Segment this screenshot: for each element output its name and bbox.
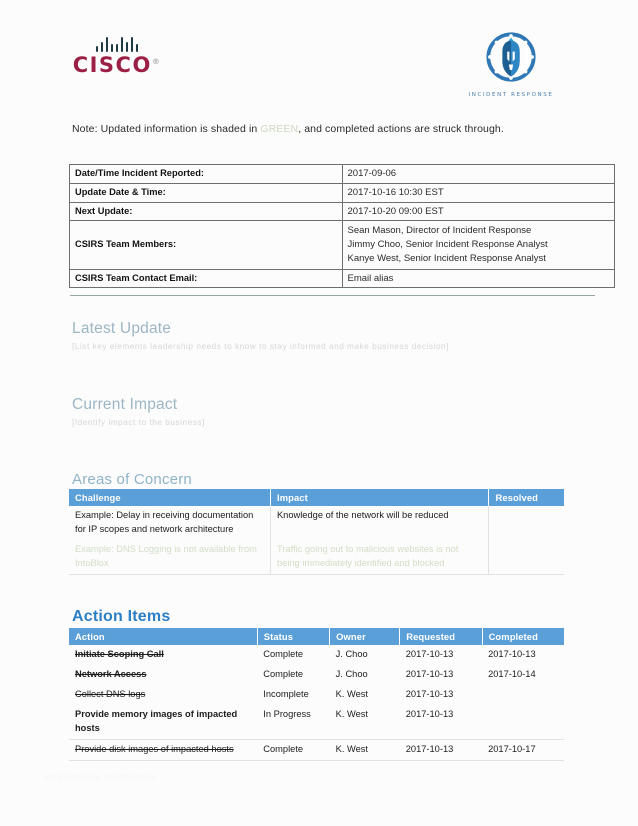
areas-of-concern-table: Challenge Impact Resolved Example: Delay… xyxy=(69,489,564,575)
table-row: Network Access Complete J. Choo 2017-10-… xyxy=(69,665,564,685)
cisco-bars-icon xyxy=(72,36,162,52)
action-completed-1: 2017-10-13 xyxy=(488,649,536,659)
info-value-reported: 2017-09-06 xyxy=(341,164,615,184)
action-requested-1: 2017-10-13 xyxy=(405,649,454,659)
action-requested-2: 2017-10-13 xyxy=(405,668,454,679)
action-owner-2: J. Choo xyxy=(335,668,368,679)
action-status-5: Complete xyxy=(257,739,330,761)
info-label-contact-email: CSIRS Team Contact Email: xyxy=(69,268,343,289)
action-name-5: Provide disk images of impacted hosts xyxy=(69,739,258,761)
table-row: CSIRS Team Contact Email: Email alias xyxy=(69,268,615,289)
action-status-1: Complete xyxy=(263,649,304,659)
section-heading-latest-update: Latest Update xyxy=(72,320,172,337)
action-owner-5: K. West xyxy=(329,739,400,761)
incident-response-logo: INCIDENT RESPONSE xyxy=(466,30,556,98)
action-owner-4: K. West xyxy=(329,704,400,740)
column-header-impact: Impact xyxy=(270,489,490,506)
info-label-update-time: Update Date & Time: xyxy=(69,182,343,203)
action-name-4: Provide memory images of impacted hosts xyxy=(69,704,258,740)
column-header-action: Action xyxy=(69,628,258,645)
table-row: Collect DNS logs Incomplete K. West 2017… xyxy=(69,685,564,705)
team-member-3: Kanye West, Senior Incident Response Ana… xyxy=(347,252,546,264)
action-name-2: Network Access xyxy=(75,668,147,679)
concern-challenge-1: Example: Delay in receiving documentatio… xyxy=(69,506,271,540)
action-status-4: In Progress xyxy=(257,704,330,740)
info-value-next-update: 2017-10-20 09:00 EST xyxy=(341,201,615,222)
action-completed-3 xyxy=(482,685,564,705)
document-page: CISCO® INCIDENT RESPONSE Note: Updated i… xyxy=(0,0,638,826)
column-header-completed: Completed xyxy=(482,628,564,645)
section-placeholder-latest-update: [List key elements leadership needs to k… xyxy=(72,342,449,351)
action-completed-5: 2017-10-17 xyxy=(482,739,564,761)
shield-helmet-icon xyxy=(486,32,536,82)
table-header-row: Action Status Owner Requested Completed xyxy=(69,628,564,645)
action-requested-3: 2017-10-13 xyxy=(405,688,454,699)
section-heading-action-items: Action Items xyxy=(72,608,171,625)
column-header-requested: Requested xyxy=(399,628,483,645)
cisco-wordmark: CISCO® xyxy=(72,55,162,76)
concern-resolved-1 xyxy=(489,506,564,540)
table-row: Example: DNS Logging is not available fr… xyxy=(69,539,564,575)
table-row: Provide memory images of impacted hosts … xyxy=(69,704,564,740)
action-requested-4: 2017-10-13 xyxy=(399,704,483,740)
action-owner-1: J. Choo xyxy=(335,649,368,659)
action-status-2: Complete xyxy=(263,668,304,679)
info-value-team-members: Sean Mason, Director of Incident Respons… xyxy=(341,220,615,270)
table-row: Update Date & Time: 2017-10-16 10:30 EST xyxy=(69,182,615,203)
document-header: CISCO® INCIDENT RESPONSE xyxy=(0,0,638,110)
concern-challenge-2: Example: DNS Logging is not available fr… xyxy=(69,539,271,575)
page-watermark: www.template.net/business xyxy=(44,772,156,781)
table-row: Date/Time Incident Reported: 2017-09-06 xyxy=(69,164,615,184)
action-owner-3: K. West xyxy=(335,688,369,699)
cisco-trademark-symbol: ® xyxy=(151,57,162,66)
section-heading-areas-of-concern: Areas of Concern xyxy=(72,471,192,488)
shading-legend-note: Note: Updated information is shaded in G… xyxy=(72,123,504,135)
team-member-2: Jimmy Choo, Senior Incident Response Ana… xyxy=(347,239,548,251)
table-row: Provide disk images of impacted hosts Co… xyxy=(69,739,564,761)
table-row: Example: Delay in receiving documentatio… xyxy=(69,506,564,540)
action-requested-5: 2017-10-13 xyxy=(399,739,483,761)
column-header-owner: Owner xyxy=(329,628,401,645)
cisco-wordmark-text: CISCO xyxy=(72,53,152,77)
section-divider xyxy=(70,295,595,296)
table-header-row: Challenge Impact Resolved xyxy=(69,489,564,506)
info-label-next-update: Next Update: xyxy=(69,201,343,222)
note-green-keyword: GREEN xyxy=(260,123,299,135)
action-name-1: Initiate Scoping Call xyxy=(75,649,164,659)
note-text-before: Note: Updated information is shaded in xyxy=(72,123,261,135)
incident-response-caption: INCIDENT RESPONSE xyxy=(468,92,554,98)
action-items-table: Action Status Owner Requested Completed … xyxy=(69,628,564,761)
action-completed-4 xyxy=(482,704,564,740)
concern-impact-1: Knowledge of the network will be reduced xyxy=(270,506,490,540)
team-member-1: Sean Mason, Director of Incident Respons… xyxy=(347,225,532,237)
info-label-team-members: CSIRS Team Members: xyxy=(69,220,343,270)
section-heading-current-impact: Current Impact xyxy=(72,396,178,413)
table-row: CSIRS Team Members: Sean Mason, Director… xyxy=(69,220,615,270)
incident-info-table: Date/Time Incident Reported: 2017-09-06 … xyxy=(69,164,615,289)
note-text-after: , and completed actions are struck throu… xyxy=(298,123,504,135)
info-value-update-time: 2017-10-16 10:30 EST xyxy=(341,182,615,203)
action-name-3: Collect DNS logs xyxy=(75,688,146,699)
column-header-challenge: Challenge xyxy=(69,489,271,506)
action-status-3: Incomplete xyxy=(263,688,309,699)
table-row: Initiate Scoping Call Complete J. Choo 2… xyxy=(69,645,564,665)
column-header-resolved: Resolved xyxy=(488,489,564,506)
cisco-logo: CISCO® xyxy=(72,36,162,76)
column-header-status: Status xyxy=(257,628,331,645)
concern-resolved-2 xyxy=(488,539,564,575)
info-label-reported: Date/Time Incident Reported: xyxy=(69,164,343,184)
action-completed-2: 2017-10-14 xyxy=(488,668,536,679)
table-row: Next Update: 2017-10-20 09:00 EST xyxy=(69,201,615,222)
info-value-contact-email: Email alias xyxy=(341,268,615,289)
concern-impact-2: Traffic going out to malicious websites … xyxy=(270,539,490,575)
section-placeholder-current-impact: [Identify impact to the business] xyxy=(72,418,205,427)
